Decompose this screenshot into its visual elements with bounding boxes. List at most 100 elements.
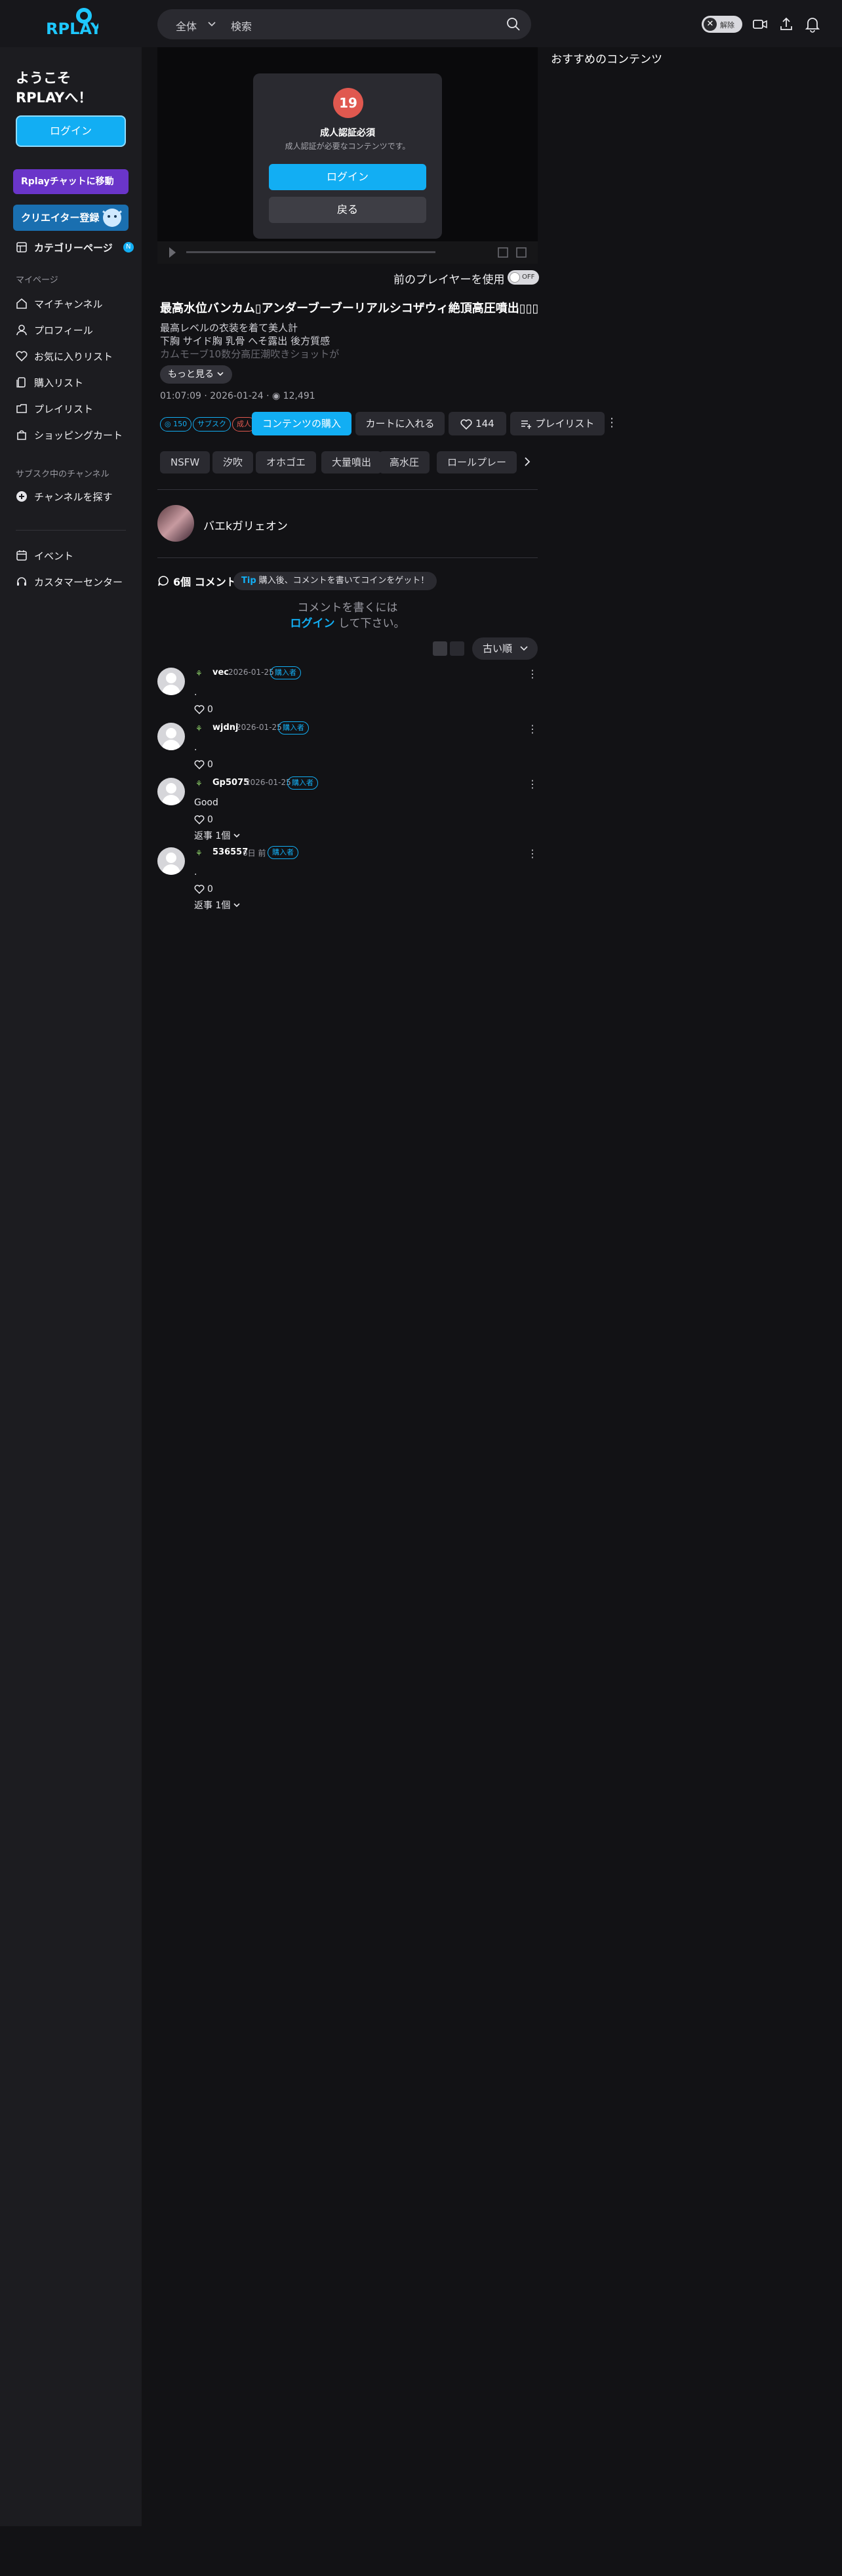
prev-player-toggle[interactable]: OFF [508, 270, 539, 285]
chevron-down-icon[interactable] [207, 18, 216, 31]
heart-icon [194, 815, 205, 824]
creator-avatar[interactable] [157, 505, 194, 542]
search-bar[interactable]: 全体 検索 [157, 9, 531, 39]
user-avatar[interactable] [157, 668, 185, 695]
comment-user[interactable]: Gp5075 [212, 778, 249, 788]
heart-icon [194, 885, 205, 894]
video-date: 2026-01-24 [210, 391, 264, 401]
modal-subtitle: 成人認証が必要なコンテンツです。 [285, 142, 411, 151]
rplay-logo[interactable]: RPLAY [43, 7, 102, 41]
subscribe-pill: サブスク [193, 417, 231, 432]
views-icon: ◉ [271, 391, 281, 401]
mypage-section-label: マイページ [16, 275, 58, 285]
list-view-button[interactable] [433, 641, 447, 656]
reply-count: 返事 1個 [194, 831, 231, 841]
leaf-icon: ⚘ [195, 669, 203, 678]
tag-chip[interactable]: 汐吹 [212, 451, 254, 473]
close-icon: ✕ [704, 18, 717, 31]
sidebar-item-favorites[interactable]: お気に入りリスト [16, 346, 113, 366]
user-avatar[interactable] [157, 723, 185, 750]
sidebar-item-cart[interactable]: ショッピングカート [16, 425, 123, 445]
live-camera-icon[interactable] [752, 16, 769, 33]
comment-menu-icon[interactable]: ⋮ [527, 847, 538, 860]
buyer-badge: 購入者 [287, 776, 318, 790]
user-avatar[interactable] [157, 847, 185, 875]
sidebar: ようこそ RPLAYへ！ ログイン Rplayチャットに移動 クリエイター登録 … [0, 47, 142, 2526]
comment-menu-icon[interactable]: ⋮ [527, 778, 538, 790]
login-button[interactable]: ログイン [16, 115, 126, 147]
welcome-line-1: ようこそ [16, 70, 71, 86]
add-to-playlist-button[interactable]: プレイリスト [510, 412, 605, 435]
sidebar-item-customer-center[interactable]: カスタマーセンター [16, 572, 123, 592]
sidebar-item-label: カテゴリーページ [34, 241, 113, 254]
comment-date: 2026-01-25 [228, 668, 274, 677]
heart-icon [194, 705, 205, 714]
sidebar-item-playlist[interactable]: プレイリスト [16, 399, 93, 418]
bell-icon[interactable] [804, 16, 821, 33]
adult-filter-toggle[interactable]: ✕ 解除 [702, 16, 742, 33]
sidebar-item-label: お気に入りリスト [34, 350, 113, 363]
find-channel-button[interactable]: チャンネルを探す [16, 487, 113, 506]
comment-icon [158, 576, 169, 586]
login-link[interactable]: ログイン [291, 617, 335, 630]
sidebar-item-purchases[interactable]: 購入リスト [16, 372, 83, 392]
login-prompt-suffix: して下さい。 [338, 617, 405, 630]
heart-icon [16, 351, 28, 362]
tip-banner: Tip 購入後、コメントを書いてコインをゲット！ [233, 572, 437, 590]
leaf-icon: ⚘ [195, 779, 203, 788]
user-icon [16, 325, 27, 336]
sidebar-item-event[interactable]: イベント [16, 546, 73, 565]
comment-like-button[interactable]: 0 [194, 815, 213, 825]
sidebar-item-profile[interactable]: プロフィール [16, 320, 93, 340]
search-icon[interactable] [506, 17, 521, 34]
video-title: 最高水位バンカム▯アンダーブーブーリアルシコザウィ絶頂高圧噴出▯▯▯ [160, 302, 539, 315]
reply-toggle[interactable]: 返事 1個 [194, 829, 241, 842]
comment-menu-icon[interactable]: ⋮ [527, 723, 538, 735]
tag-chip[interactable]: ロールプレー [437, 451, 517, 473]
sidebar-item-my-channel[interactable]: マイチャンネル [16, 294, 103, 313]
top-bar: RPLAY 全体 検索 ✕ 解除 [0, 0, 842, 47]
player-controls[interactable] [157, 241, 538, 264]
video-description: 最高レベルの衣装を着て美人計 下胸 サイド胸 乳骨 へそ露出 後方質感 カムモー… [160, 321, 339, 361]
sidebar-item-label: 購入リスト [34, 376, 84, 389]
show-more-button[interactable]: もっと見る [160, 365, 233, 384]
comment-like-button[interactable]: 0 [194, 759, 213, 770]
chat-button[interactable]: Rplayチャットに移動 [13, 169, 129, 194]
search-scope[interactable]: 全体 [176, 18, 197, 33]
like-count: 144 [475, 418, 494, 430]
more-options-icon[interactable]: ⋮ [606, 416, 618, 430]
leaf-icon: ⚘ [195, 849, 203, 858]
tag-chip[interactable]: NSFW [160, 451, 210, 473]
comment-text: . [194, 687, 197, 698]
user-avatar[interactable] [157, 778, 185, 805]
modal-back-button[interactable]: 戻る [269, 197, 426, 223]
description-line: 下胸 サイド胸 乳骨 へそ露出 後方質感 [160, 335, 331, 347]
action-row: ◎ 150 サブスク 成人 コンテンツの購入 カートに入れる 144 プレイリス… [160, 412, 619, 435]
comment-user[interactable]: wjdnj [212, 723, 238, 733]
comment-like-button[interactable]: 0 [194, 704, 213, 715]
tag-chip[interactable]: オホゴエ [256, 451, 317, 473]
sidebar-item-category[interactable]: カテゴリーページ N [16, 237, 134, 257]
like-button[interactable]: 144 [449, 412, 506, 435]
creator-register-button[interactable]: クリエイター登録 [13, 205, 129, 231]
comment-like-button[interactable]: 0 [194, 884, 213, 895]
grid-view-button[interactable] [450, 641, 464, 656]
comment-menu-icon[interactable]: ⋮ [527, 668, 538, 680]
add-to-cart-button[interactable]: カートに入れる [355, 412, 445, 435]
reply-toggle[interactable]: 返事 1個 [194, 898, 241, 912]
tag-chip[interactable]: 大量噴出 [321, 451, 382, 473]
logo-text: RPLAY [46, 20, 98, 38]
creator-name[interactable]: バエkガリェオン [203, 517, 288, 533]
buy-content-button[interactable]: コンテンツの購入 [252, 412, 351, 435]
chevron-right-icon[interactable] [522, 455, 532, 471]
playlist-label: プレイリスト [535, 418, 595, 430]
folder-icon [16, 404, 27, 413]
search-input[interactable]: 検索 [231, 18, 252, 33]
comment-user[interactable]: vec [212, 668, 229, 677]
plus-circle-icon [16, 491, 27, 502]
tag-chip[interactable]: 高水圧 [379, 451, 430, 473]
upload-icon[interactable] [778, 16, 795, 33]
sort-select[interactable]: 古い順 [472, 637, 538, 660]
modal-login-button[interactable]: ログイン [269, 164, 426, 190]
comments-header: 6個 コメント [157, 573, 237, 589]
